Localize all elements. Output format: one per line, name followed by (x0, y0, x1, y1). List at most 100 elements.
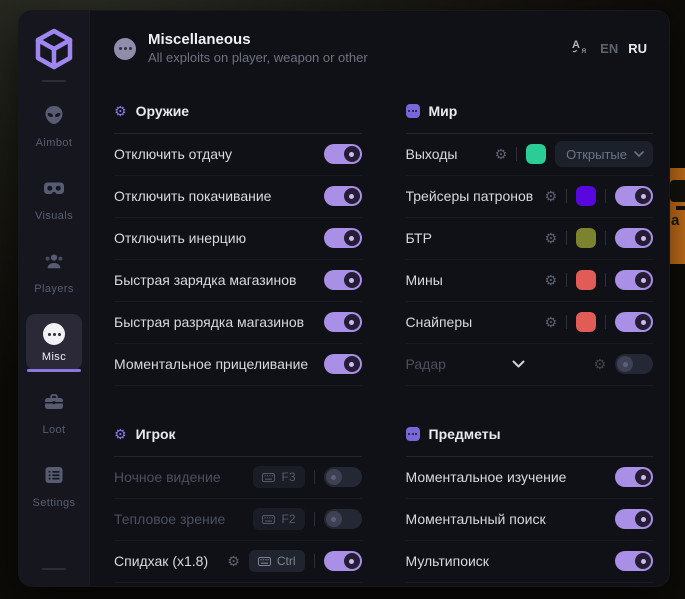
gear-icon: ⚙ (114, 104, 127, 118)
section-header: Предметы (406, 414, 654, 457)
toggle[interactable] (324, 551, 362, 571)
setting-row: Быстрая зарядка магазинов (114, 260, 362, 302)
setting-label: Быстрая разрядка магазинов (114, 314, 324, 330)
setting-label: Мины (406, 272, 545, 288)
vr-goggles-icon (43, 177, 65, 204)
sidebar-item-loot[interactable]: Loot (26, 382, 82, 443)
section-title: Предметы (429, 426, 501, 442)
column-left: ⚙ Оружие Отключить отдачу Отключить пока… (114, 91, 362, 583)
ellipsis-icon (43, 323, 65, 345)
setting-row: БТР ⚙ (406, 218, 654, 260)
sidebar-divider (42, 568, 66, 570)
setting-label: Отключить инерцию (114, 230, 324, 246)
setting-label: Мультипоиск (406, 553, 616, 569)
setting-row: Выходы ⚙ Открытые (406, 134, 654, 176)
keybind-button[interactable]: Ctrl (249, 550, 305, 572)
setting-label: Выходы (406, 146, 495, 162)
gear-icon[interactable]: ⚙ (544, 231, 557, 245)
setting-row: Радар ⚙ (406, 344, 654, 386)
toggle[interactable] (615, 186, 653, 206)
content-grid: ⚙ Оружие Отключить отдачу Отключить пока… (90, 83, 669, 586)
toggle[interactable] (324, 467, 362, 487)
setting-row: Отключить покачивание (114, 176, 362, 218)
color-swatch[interactable] (576, 270, 596, 290)
sidebar-item-label: Misc (42, 351, 66, 363)
section-world: Мир Выходы ⚙ Открытые (406, 91, 654, 386)
svg-text:A: A (572, 39, 580, 51)
setting-label: Радар (406, 356, 446, 372)
chevron-down-icon (634, 151, 644, 157)
setting-label: Моментальное изучение (406, 469, 616, 485)
column-right: Мир Выходы ⚙ Открытые (406, 91, 654, 583)
gear-icon[interactable]: ⚙ (495, 147, 508, 161)
sidebar-item-visuals[interactable]: Visuals (26, 168, 82, 229)
toggle[interactable] (324, 312, 362, 332)
alien-icon (43, 104, 65, 131)
setting-row: Трейсеры патронов ⚙ (406, 176, 654, 218)
color-swatch[interactable] (576, 312, 596, 332)
translate-icon: A я (570, 36, 590, 61)
toggle[interactable] (615, 270, 653, 290)
toggle[interactable] (615, 228, 653, 248)
setting-row: Моментальный поиск (406, 499, 654, 541)
toggle[interactable] (324, 228, 362, 248)
setting-row: Моментальное прицеливание (114, 344, 362, 386)
toggle[interactable] (615, 467, 653, 487)
setting-row: Отключить отдачу (114, 134, 362, 176)
list-settings-icon (43, 464, 65, 491)
banner-letter: a (671, 212, 679, 229)
ellipsis-square-icon (406, 104, 420, 118)
toggle[interactable] (615, 551, 653, 571)
section-player: ⚙ Игрок Ночное видение F3 (114, 414, 362, 583)
sidebar: Aimbot Visuals (19, 11, 90, 586)
section-title: Игрок (136, 426, 176, 442)
sidebar-item-settings[interactable]: Settings (26, 455, 82, 516)
game-background: a (0, 0, 685, 599)
dropdown-value: Открытые (566, 147, 627, 162)
banner-graphic (670, 180, 685, 202)
toggle[interactable] (615, 312, 653, 332)
page-subtitle: All exploits on player, weapon or other (148, 50, 368, 67)
main-panel: Miscellaneous All exploits on player, we… (90, 11, 669, 586)
sidebar-item-players[interactable]: Players (26, 241, 82, 302)
dropdown-select[interactable]: Открытые (555, 141, 653, 167)
keybind-button[interactable]: F3 (253, 466, 304, 488)
toggle[interactable] (324, 144, 362, 164)
setting-label: Тепловое зрение (114, 511, 253, 527)
section-header: ⚙ Игрок (114, 414, 362, 457)
setting-label: Быстрая зарядка магазинов (114, 272, 324, 288)
section-header: Мир (406, 91, 654, 134)
page-title: Miscellaneous (148, 31, 368, 50)
sidebar-item-label: Players (34, 283, 73, 295)
setting-label: Спидхак (x1.8) (114, 553, 227, 569)
setting-label: Отключить покачивание (114, 188, 324, 204)
toggle[interactable] (615, 509, 653, 529)
setting-row: Тепловое зрение F2 (114, 499, 362, 541)
setting-row: Отключить инерцию (114, 218, 362, 260)
color-swatch[interactable] (576, 228, 596, 248)
lang-en-button[interactable]: EN (600, 41, 618, 56)
color-swatch[interactable] (526, 144, 546, 164)
expand-chevron-icon[interactable] (512, 360, 525, 368)
sidebar-item-label: Settings (33, 497, 76, 509)
gear-icon[interactable]: ⚙ (544, 315, 557, 329)
color-swatch[interactable] (576, 186, 596, 206)
people-icon (43, 250, 65, 277)
gear-icon[interactable]: ⚙ (227, 554, 240, 568)
keybind-label: F2 (281, 512, 295, 526)
toggle[interactable] (324, 354, 362, 374)
sidebar-item-aimbot[interactable]: Aimbot (26, 95, 82, 156)
sidebar-nav: Aimbot Visuals (19, 95, 89, 516)
lang-ru-button[interactable]: RU (628, 41, 647, 56)
gear-icon[interactable]: ⚙ (544, 189, 557, 203)
gear-icon[interactable]: ⚙ (593, 357, 606, 371)
sidebar-item-misc[interactable]: Misc (26, 314, 82, 370)
toggle[interactable] (615, 354, 653, 374)
page-header: Miscellaneous All exploits on player, we… (90, 11, 669, 83)
toggle[interactable] (324, 186, 362, 206)
toggle[interactable] (324, 270, 362, 290)
setting-label: Отключить отдачу (114, 146, 324, 162)
keybind-button[interactable]: F2 (253, 508, 304, 530)
gear-icon[interactable]: ⚙ (544, 273, 557, 287)
toggle[interactable] (324, 509, 362, 529)
